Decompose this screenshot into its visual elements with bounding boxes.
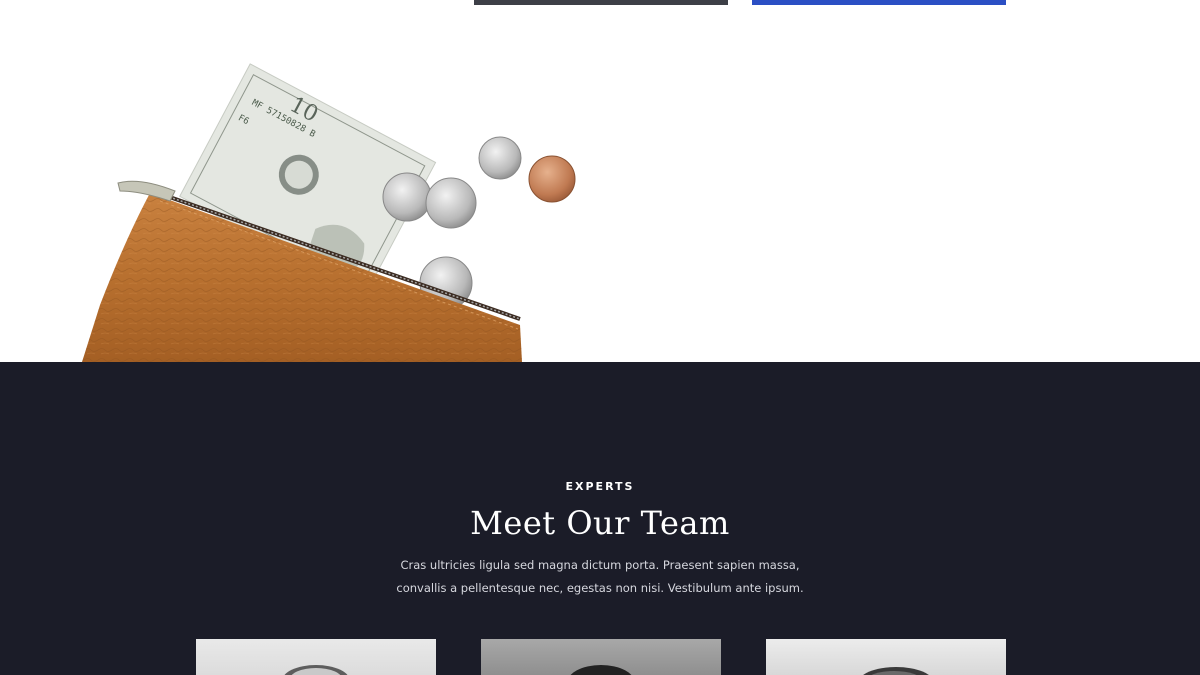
section-description: Cras ultricies ligula sed magna dictum p… <box>396 558 804 595</box>
coin <box>425 177 477 229</box>
coin <box>382 172 432 222</box>
team-member-photo <box>284 665 348 675</box>
team-member-card[interactable] <box>196 639 436 675</box>
team-member-photo <box>863 667 929 675</box>
penny <box>528 155 576 203</box>
team-member-card[interactable] <box>481 639 721 675</box>
team-section: EXPERTS Meet Our Team Cras ultricies lig… <box>0 362 1200 675</box>
section-title: Meet Our Team <box>470 504 730 542</box>
coin <box>478 136 522 180</box>
page: MF 57150828 B F6 10 EXPERTS Meet Our Tea… <box>0 0 1200 675</box>
section-eyebrow: EXPERTS <box>565 480 635 493</box>
team-member-card[interactable] <box>766 639 1006 675</box>
team-member-photo <box>570 665 632 675</box>
zipper-pull <box>117 180 176 202</box>
hero-image: MF 57150828 B F6 10 <box>0 5 1200 362</box>
wallet-illustration: MF 57150828 B F6 10 <box>82 63 576 362</box>
